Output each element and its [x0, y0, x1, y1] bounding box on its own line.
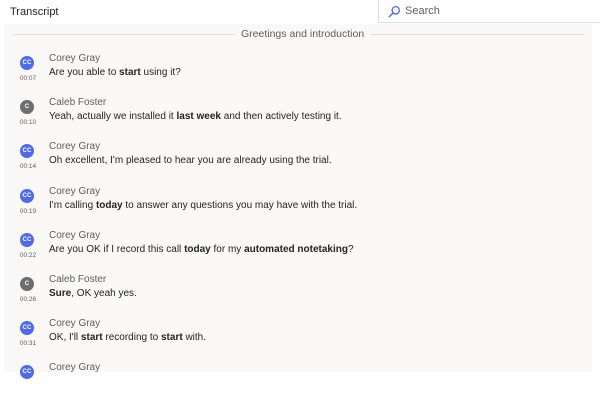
utterance-text: Are you OK if I record this call today f… — [49, 244, 354, 255]
avatar: CC — [20, 321, 34, 335]
utterance-text: Oh excellent, I'm pleased to hear you ar… — [49, 155, 332, 166]
avatar: C — [20, 277, 34, 291]
keyword: start — [160, 332, 183, 343]
transcript-panel[interactable]: Greetings and introduction CC 00:07 Corey … — [4, 24, 592, 379]
speaker-name: Corey Gray — [49, 186, 101, 197]
transcript-entry[interactable]: CC Corey Gray — [4, 361, 592, 405]
utterance-text: Sure, OK yeah yes. — [49, 288, 137, 299]
text-segment: Are you OK if I record this call — [49, 244, 185, 255]
avatar: CC — [20, 144, 34, 158]
timestamp: 00:22 — [19, 252, 37, 259]
speaker-name: Caleb Foster — [49, 97, 107, 108]
timestamp: 00:10 — [19, 119, 37, 126]
text-segment: , OK yeah yes. — [71, 288, 137, 299]
speaker-name: Corey Gray — [49, 230, 101, 241]
speaker-name: Corey Gray — [49, 318, 101, 329]
utterance-text: I'm calling today to answer any question… — [49, 200, 357, 211]
utterance-text: Yeah, actually we installed it last week… — [49, 111, 342, 122]
timestamp: 00:07 — [19, 75, 37, 82]
transcript-entry[interactable]: CC 00:07 Corey Gray Are you able to start u… — [4, 52, 592, 96]
transcript-entry[interactable]: CC 00:19 Corey Gray I'm calling today to an… — [4, 185, 592, 229]
text-segment: I'm calling — [49, 200, 96, 211]
transcript-entry[interactable]: C 00:26 Caleb Foster Sure, OK yeah yes. — [4, 273, 592, 317]
timestamp: 00:19 — [19, 208, 37, 215]
search-input-placeholder[interactable]: Search — [405, 5, 440, 17]
keyword: automated notetaking — [244, 244, 348, 255]
search-icon — [388, 5, 401, 18]
keyword: last week — [176, 111, 221, 122]
text-segment: and then actively testing it. — [220, 111, 342, 122]
text-segment: with. — [182, 332, 207, 343]
keyword: start — [80, 332, 103, 343]
speaker-name: Corey Gray — [49, 362, 101, 373]
keyword: today — [95, 200, 123, 211]
text-segment: Oh excellent, I'm pleased to hear you ar… — [49, 155, 332, 166]
avatar: CC — [20, 56, 34, 70]
text-segment: Are you able to — [49, 67, 120, 78]
transcript-header: Transcript Search — [0, 0, 600, 24]
keyword: today — [184, 244, 211, 255]
text-segment: Yeah, actually we installed it — [49, 111, 177, 122]
page-title: Transcript — [10, 6, 59, 18]
utterance-text: OK, I'll start recording to start with. — [49, 332, 206, 343]
text-segment: recording to — [102, 332, 161, 343]
search-box[interactable]: Search — [378, 0, 600, 23]
transcript-entry[interactable]: C 00:10 Caleb Foster Yeah, actually we inst… — [4, 96, 592, 140]
timestamp: 00:31 — [19, 340, 37, 347]
transcript-entry[interactable]: CC 00:22 Corey Gray Are you OK if I record … — [4, 229, 592, 273]
keyword: Sure — [49, 288, 72, 299]
avatar: CC — [20, 365, 34, 379]
text-segment: using it? — [140, 67, 181, 78]
text-segment: OK, I'll — [49, 332, 81, 343]
speaker-name: Caleb Foster — [49, 274, 107, 285]
transcript-entry[interactable]: CC 00:14 Corey Gray Oh excellent, I'm pleas… — [4, 140, 592, 184]
text-segment: ? — [347, 244, 354, 255]
section-title: Greetings and introduction — [235, 28, 371, 40]
transcript-entry[interactable]: CC 00:31 Corey Gray OK, I'll start recordin… — [4, 317, 592, 361]
utterance-text: Are you able to start using it? — [49, 67, 181, 78]
speaker-name: Corey Gray — [49, 53, 101, 64]
text-segment: to answer any questions you may have wit… — [122, 200, 358, 211]
text-segment: for my — [210, 244, 245, 255]
avatar: C — [20, 100, 34, 114]
speaker-name: Corey Gray — [49, 141, 101, 152]
timestamp: 00:14 — [19, 163, 37, 170]
avatar: CC — [20, 189, 34, 203]
avatar: CC — [20, 233, 34, 247]
timestamp: 00:26 — [19, 296, 37, 303]
keyword: start — [119, 67, 141, 78]
